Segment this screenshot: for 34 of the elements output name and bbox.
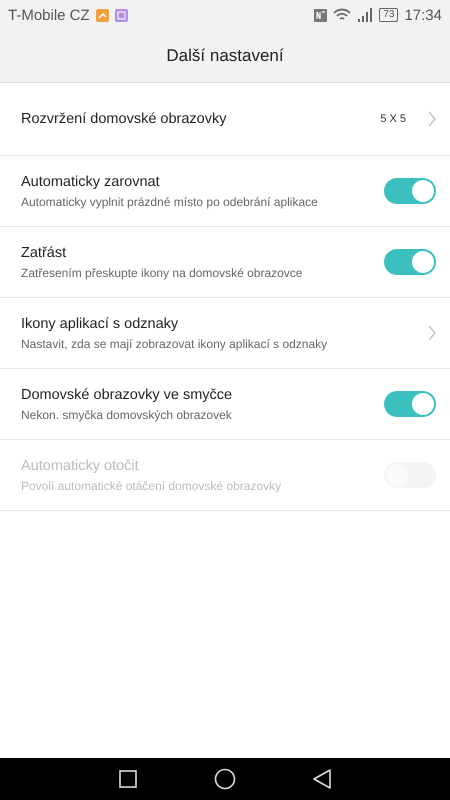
settings-row[interactable]: Ikony aplikací s odznaky Nastavit, zda se mají zobrazovat ikony aplikací s odznaky bbox=[0, 298, 450, 369]
setting-description: Nastavit, zda se mají zobrazovat ikony aplikací s odznaky bbox=[21, 336, 328, 350]
setting-title: Automaticky zarovnat bbox=[21, 174, 161, 190]
toggle-switch[interactable] bbox=[384, 391, 436, 417]
carrier-name: T-Mobile CZ bbox=[8, 6, 90, 24]
back-icon[interactable] bbox=[313, 769, 332, 789]
toggle-switch[interactable] bbox=[384, 249, 436, 275]
settings-row[interactable]: Zatřást Zatřesením přeskupte ikony na domovské obrazovce bbox=[0, 227, 450, 298]
signal-icon bbox=[357, 8, 374, 22]
chevron-icon bbox=[428, 111, 436, 127]
setting-description: Automaticky vyplnit prázdné místo po odebrání aplikace bbox=[21, 194, 319, 208]
setting-title: Rozvržení domovské obrazovky bbox=[21, 111, 228, 127]
nfc-icon bbox=[314, 8, 328, 22]
settings-row[interactable]: Rozvržení domovské obrazovky 5 X 5 bbox=[0, 83, 450, 156]
setting-description: Zatřesením přeskupte ikony na domovské obrazovce bbox=[21, 266, 304, 280]
setting-value: 5 X 5 bbox=[380, 113, 406, 125]
setting-title: Domovské obrazovky ve smyčce bbox=[21, 386, 234, 402]
chevron-icon bbox=[428, 325, 436, 341]
battery-indicator: 73 bbox=[379, 8, 398, 22]
gallery-icon bbox=[114, 8, 128, 22]
clock: 17:34 bbox=[404, 6, 442, 24]
wifi-icon bbox=[333, 8, 352, 22]
recents-icon[interactable] bbox=[118, 770, 137, 788]
screen-title: Další nastavení bbox=[166, 46, 284, 66]
setting-title: Zatřást bbox=[21, 244, 68, 260]
home-icon[interactable] bbox=[214, 768, 236, 790]
setting-description: Povolí automatické otáčení domovské obrazovky bbox=[21, 478, 282, 492]
notification-icon bbox=[96, 8, 109, 22]
settings-row[interactable]: Domovské obrazovky ve smyčce Nekon. smyčka domovských obrazovek bbox=[0, 369, 450, 440]
settings-row[interactable]: Automaticky zarovnat Automaticky vyplnit prázdné místo po odebrání aplikace bbox=[0, 156, 450, 227]
setting-title: Ikony aplikací s odznaky bbox=[21, 316, 180, 332]
setting-title: Automaticky otočit bbox=[21, 458, 140, 474]
toggle-switch[interactable] bbox=[384, 178, 436, 204]
setting-description: Nekon. smyčka domovských obrazovek bbox=[21, 408, 233, 422]
